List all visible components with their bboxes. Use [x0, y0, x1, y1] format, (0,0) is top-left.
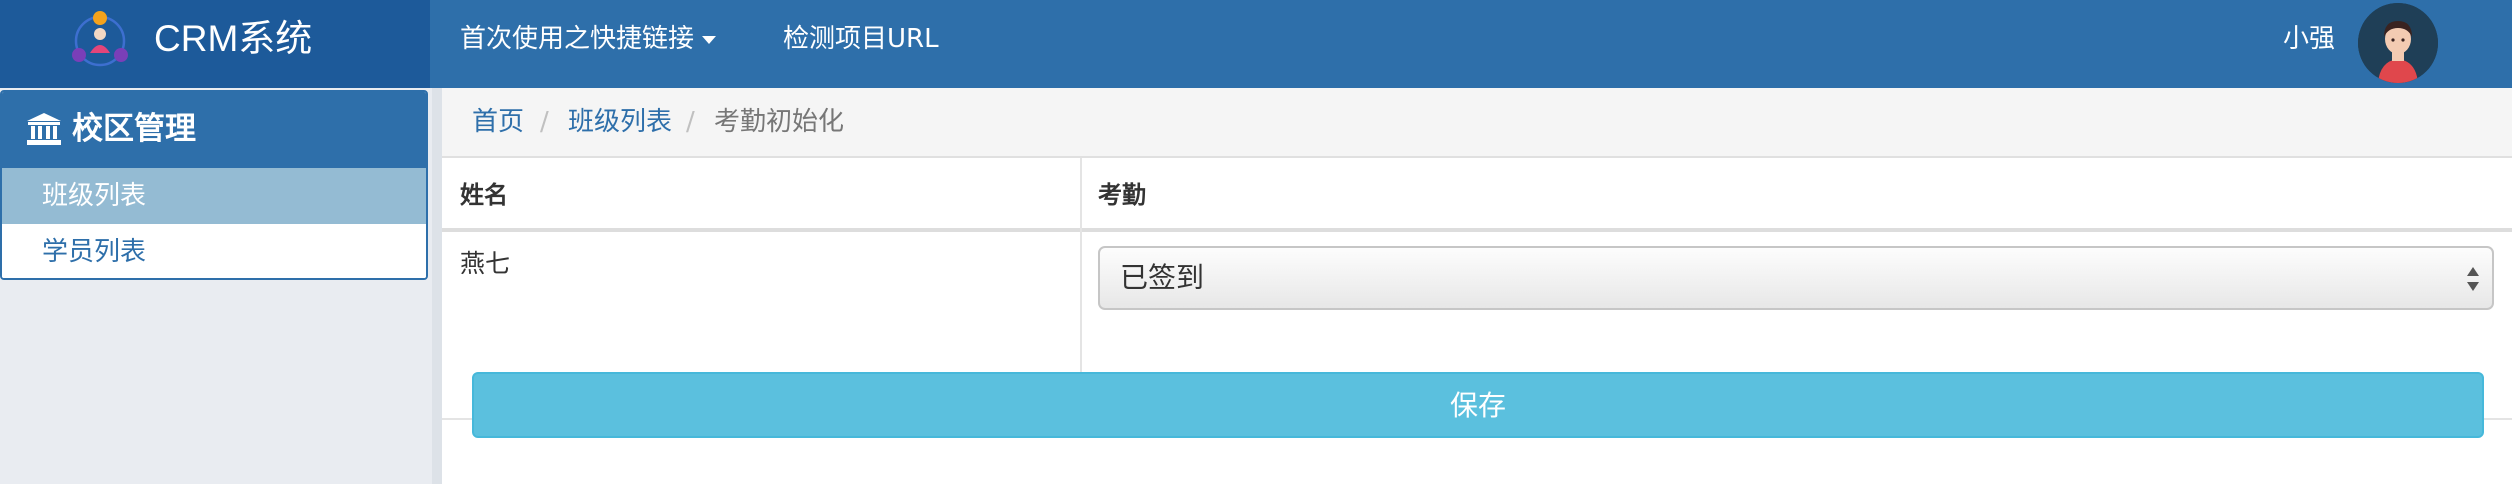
brand[interactable]: CRM系统 [0, 0, 430, 88]
student-name-cell: 燕七 [460, 249, 511, 278]
quick-links-dropdown[interactable]: 首次使用之快捷链接 [460, 18, 717, 60]
user-avatar-icon [2358, 3, 2438, 83]
table-top-border [442, 156, 2512, 158]
main-content: 首页 / 班级列表 / 考勤初始化 姓名 考勤 燕七 已签到 保存 [442, 88, 2512, 484]
caret-down-icon [702, 35, 717, 44]
column-header-name: 姓名 [460, 181, 508, 209]
sidebar-item-student-list[interactable]: 学员列表 [2, 224, 426, 278]
sidebar-panel: 校区管理 班级列表 学员列表 [0, 90, 428, 280]
sidebar-divider [432, 88, 442, 484]
table-header-divider [442, 228, 2512, 232]
attendance-selected-value: 已签到 [1120, 261, 1205, 294]
brand-name: CRM系统 [154, 18, 313, 59]
breadcrumb-separator: / [540, 107, 549, 137]
sidebar-heading[interactable]: 校区管理 [2, 92, 426, 168]
attendance-select[interactable]: 已签到 [1098, 246, 2494, 310]
breadcrumb-home[interactable]: 首页 [472, 88, 524, 156]
breadcrumb-current: 考勤初始化 [714, 107, 845, 137]
save-button[interactable]: 保存 [472, 372, 2484, 438]
top-navbar: CRM系统 首次使用之快捷链接 检测项目URL 小强 [0, 0, 2512, 88]
breadcrumb: 首页 / 班级列表 / 考勤初始化 [442, 88, 2512, 156]
bank-icon [27, 113, 61, 145]
user-name[interactable]: 小强 [2283, 18, 2335, 60]
column-header-attendance: 考勤 [1098, 181, 1146, 209]
team-logo-icon [72, 11, 128, 67]
breadcrumb-class-list[interactable]: 班级列表 [568, 88, 672, 156]
sidebar-title: 校区管理 [72, 111, 196, 147]
avatar[interactable] [2358, 3, 2438, 83]
quick-links-label: 首次使用之快捷链接 [460, 24, 695, 54]
sidebar-item-class-list[interactable]: 班级列表 [2, 168, 426, 224]
breadcrumb-separator: / [686, 107, 695, 137]
detect-url-link[interactable]: 检测项目URL [783, 18, 939, 60]
select-arrows-icon [2467, 267, 2479, 291]
